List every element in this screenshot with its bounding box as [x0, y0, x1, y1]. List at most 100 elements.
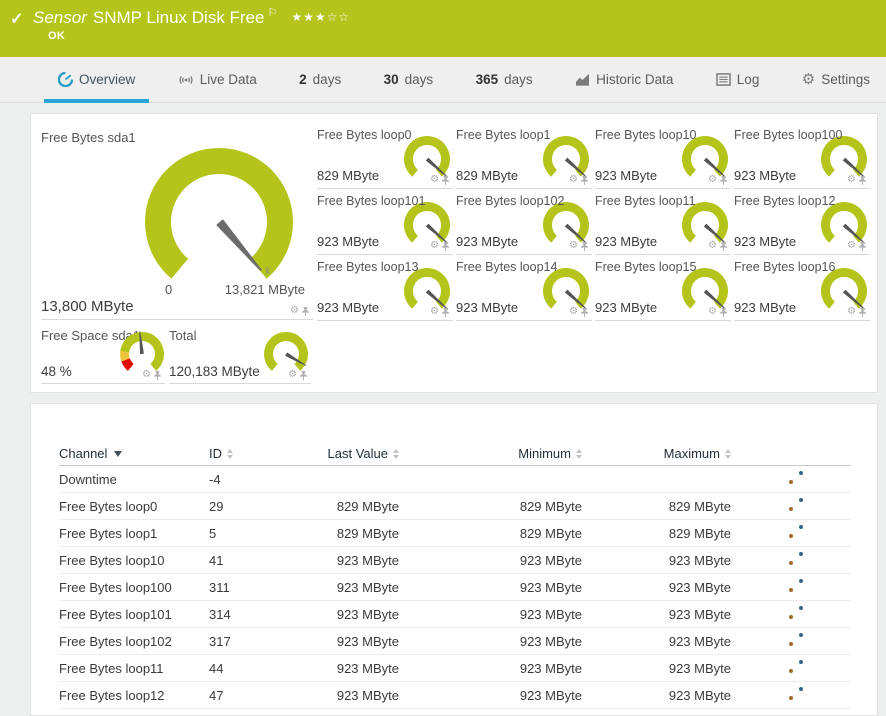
gauge-tile-total: Total 120,183 MByte ⚙	[169, 326, 311, 384]
pin-icon[interactable]	[720, 242, 727, 251]
gauge-title: Free Bytes loop16	[734, 260, 835, 274]
channel-settings-icon[interactable]	[789, 633, 803, 646]
pin-icon[interactable]	[859, 308, 866, 317]
tab-2-days[interactable]: 2days	[285, 57, 355, 102]
gauge-title: Free Bytes loop10	[595, 128, 696, 142]
table-row: Downtime-4	[59, 466, 851, 493]
tab-live-data[interactable]: Live Data	[164, 57, 271, 102]
channel-settings-icon[interactable]	[789, 579, 803, 592]
gear-icon[interactable]: ⚙	[847, 175, 856, 185]
tile-corner-icons: ⚙	[288, 370, 307, 380]
tab-label: Overview	[79, 72, 135, 87]
gear-icon[interactable]: ⚙	[569, 241, 578, 251]
gauge-value: 923 MByte	[734, 234, 796, 249]
tab-30-days[interactable]: 30days	[370, 57, 448, 102]
channel-name-cell: Free Bytes loop101	[59, 607, 209, 622]
value-cell: 923 MByte	[582, 607, 731, 622]
value-cell: 923 MByte	[582, 661, 731, 676]
pin-icon[interactable]	[720, 176, 727, 185]
gear-icon[interactable]: ⚙	[569, 175, 578, 185]
channel-settings-icon[interactable]	[789, 687, 803, 700]
channel-settings-icon[interactable]	[789, 525, 803, 538]
flag-icon[interactable]: ⚐	[268, 7, 278, 19]
gauge-tile: Free Bytes loop16923 MByte⚙	[734, 258, 870, 321]
gear-icon[interactable]: ⚙	[569, 307, 578, 317]
channel-settings-icon[interactable]	[789, 552, 803, 565]
column-header-last-value[interactable]: Last Value	[297, 446, 399, 461]
pin-icon[interactable]	[302, 307, 309, 316]
tab-365-days[interactable]: 365days	[462, 57, 547, 102]
channels-panel: ChannelID Last ValueMinimumMaximum Downtim…	[30, 403, 878, 716]
page-title: SNMP Linux Disk Free	[93, 8, 265, 27]
gear-icon[interactable]: ⚙	[708, 175, 717, 185]
gear-icon[interactable]: ⚙	[430, 241, 439, 251]
gear-icon[interactable]: ⚙	[430, 175, 439, 185]
gear-icon[interactable]: ⚙	[290, 306, 299, 316]
pin-icon[interactable]	[581, 242, 588, 251]
channel-name-cell: Free Bytes loop102	[59, 634, 209, 649]
pin-icon[interactable]	[859, 176, 866, 185]
value-cell: 923 MByte	[297, 634, 399, 649]
gauge-value: 923 MByte	[456, 234, 518, 249]
value-cell: 829 MByte	[399, 526, 582, 541]
channel-name-cell: Free Bytes loop11	[59, 661, 209, 676]
gauge-tile: Free Bytes loop15923 MByte⚙	[595, 258, 731, 321]
tab-number: 2	[299, 72, 307, 87]
sort-toggle-icon	[725, 449, 731, 459]
pin-icon[interactable]	[442, 242, 449, 251]
tab-number: 365	[476, 72, 499, 87]
gauge-value: 120,183 MByte	[169, 364, 260, 379]
gauge-tile: Free Bytes loop102923 MByte⚙	[456, 192, 592, 255]
pin-icon[interactable]	[300, 371, 307, 380]
gear-icon[interactable]: ⚙	[142, 370, 151, 380]
channel-settings-icon[interactable]	[789, 471, 803, 484]
pin-icon[interactable]	[442, 308, 449, 317]
pin-icon[interactable]	[154, 371, 161, 380]
tile-corner-icons: ⚙	[708, 175, 727, 185]
tile-corner-icons: ⚙	[847, 307, 866, 317]
value-cell: 5	[209, 526, 297, 541]
gauge-dial	[145, 148, 293, 296]
pin-icon[interactable]	[581, 176, 588, 185]
pin-icon[interactable]	[720, 308, 727, 317]
small-gauges-grid: Free Bytes loop0829 MByte⚙ Free Bytes loo…	[317, 126, 873, 321]
value-cell: 923 MByte	[399, 634, 582, 649]
column-header-minimum[interactable]: Minimum	[399, 446, 582, 461]
priority-stars[interactable]: ★★★☆☆	[291, 10, 350, 24]
gear-icon[interactable]: ⚙	[430, 307, 439, 317]
channel-settings-icon[interactable]	[789, 606, 803, 619]
main-gauge-value: 13,800 MByte	[41, 298, 134, 315]
gear-icon[interactable]: ⚙	[708, 307, 717, 317]
pin-icon[interactable]	[581, 308, 588, 317]
pin-icon[interactable]	[442, 176, 449, 185]
tab-number: 30	[384, 72, 399, 87]
tab-overview[interactable]: Overview	[44, 57, 149, 102]
channel-settings-icon[interactable]	[789, 498, 803, 511]
gauge-min-label: 0	[165, 282, 172, 297]
tab-log[interactable]: Log	[702, 57, 774, 102]
gauge-title: Total	[169, 328, 196, 343]
value-cell: 923 MByte	[399, 661, 582, 676]
pin-icon[interactable]	[859, 242, 866, 251]
tab-historic-data[interactable]: Historic Data	[561, 57, 687, 102]
column-header-id[interactable]: ID	[209, 446, 297, 461]
gear-icon[interactable]: ⚙	[288, 370, 297, 380]
tab-settings[interactable]: ⚙Settings	[788, 57, 884, 102]
gauge-icon	[58, 72, 73, 87]
gauge-tile: Free Bytes loop14923 MByte⚙	[456, 258, 592, 321]
channel-name-cell: Downtime	[59, 472, 209, 487]
column-label: ID	[209, 446, 222, 461]
channel-table: ChannelID Last ValueMinimumMaximum Downtim…	[59, 442, 851, 709]
gauge-tile: Free Bytes loop0829 MByte⚙	[317, 126, 453, 189]
table-row: Free Bytes loop15829 MByte829 MByte829 M…	[59, 520, 851, 547]
channel-settings-icon[interactable]	[789, 660, 803, 673]
chart-icon	[575, 73, 590, 86]
table-row: Free Bytes loop101314923 MByte923 MByte9…	[59, 601, 851, 628]
gear-icon[interactable]: ⚙	[708, 241, 717, 251]
gauge-title: Free Bytes loop12	[734, 194, 835, 208]
gear-icon[interactable]: ⚙	[847, 241, 856, 251]
gear-icon[interactable]: ⚙	[847, 307, 856, 317]
column-header-channel[interactable]: Channel	[59, 446, 209, 461]
column-header-maximum[interactable]: Maximum	[582, 446, 731, 461]
table-row: Free Bytes loop1247923 MByte923 MByte923…	[59, 682, 851, 709]
